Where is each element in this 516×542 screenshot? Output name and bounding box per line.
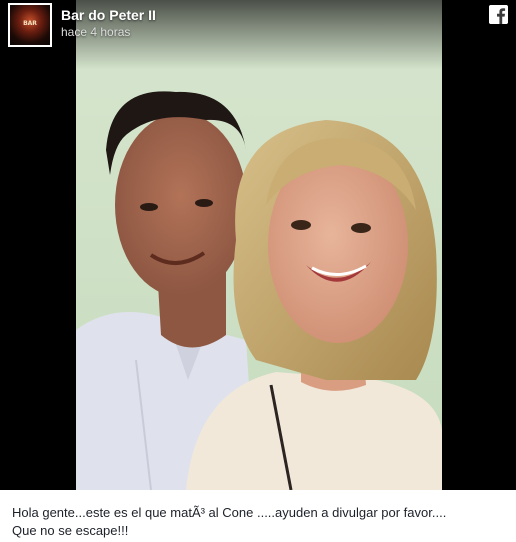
- caption-line-1: Hola gente...este es el que matÃ³ al Con…: [12, 505, 447, 520]
- page-avatar[interactable]: BAR: [8, 3, 52, 47]
- selfie-photo[interactable]: [76, 0, 442, 490]
- facebook-post: BAR Bar do Peter II hace 4 horas Hola ge…: [0, 0, 516, 542]
- post-media[interactable]: BAR Bar do Peter II hace 4 horas: [0, 0, 516, 490]
- bar-logo-icon: BAR: [23, 20, 37, 27]
- page-name[interactable]: Bar do Peter II: [61, 7, 156, 23]
- selfie-image: [76, 0, 442, 490]
- post-timestamp[interactable]: hace 4 horas: [61, 25, 130, 39]
- facebook-icon[interactable]: [489, 5, 508, 24]
- post-caption: Hola gente...este es el que matÃ³ al Con…: [12, 504, 507, 540]
- caption-line-2: Que no se escape!!!: [12, 523, 129, 538]
